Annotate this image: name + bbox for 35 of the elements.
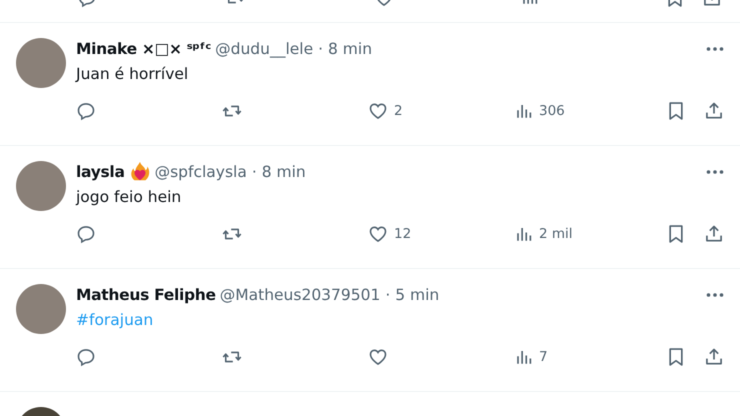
like-count: 2 [394,103,403,119]
fire-heart-emoji-icon [128,161,151,183]
post-time[interactable]: · 5 min [385,286,440,304]
heart-icon[interactable] [368,224,388,244]
user-name[interactable]: Minake ×□× ˢᵖᶠᶜ [76,40,212,58]
bookmark-icon[interactable] [667,224,685,244]
share-icon[interactable] [704,347,724,367]
bookmark-icon[interactable] [667,347,685,367]
reply-icon[interactable] [76,101,96,121]
reply-icon[interactable] [76,347,96,367]
user-name[interactable]: laysla [76,163,125,181]
reply-icon[interactable] [76,224,96,244]
post-time[interactable]: · 8 min [252,163,306,181]
heart-icon[interactable] [368,347,388,367]
like-count: 12 [394,226,412,242]
more-icon[interactable] [706,292,724,298]
views-chart-icon[interactable] [515,348,533,366]
view-count: 306 [539,103,565,119]
tweet-text: jogo feio hein [76,188,182,206]
view-count: 7 [539,349,548,365]
views-chart-icon[interactable] [515,225,533,243]
share-icon[interactable] [704,224,724,244]
more-icon[interactable] [706,169,724,175]
user-handle[interactable]: @Matheus20379501 [220,286,380,304]
share-icon[interactable] [704,101,724,121]
post-time[interactable]: · 8 min [318,40,372,58]
user-name[interactable]: Matheus Feliphe [76,286,216,304]
heart-icon[interactable] [368,101,388,121]
view-count: 2 mil [539,226,573,242]
tweet-text: Juan é horrível [76,65,188,83]
bookmark-icon[interactable] [667,101,685,121]
user-handle[interactable]: @dudu__lele [215,40,314,58]
more-icon[interactable] [706,46,724,52]
user-handle[interactable]: @spfclaysla [154,163,247,181]
views-chart-icon[interactable] [515,102,533,120]
